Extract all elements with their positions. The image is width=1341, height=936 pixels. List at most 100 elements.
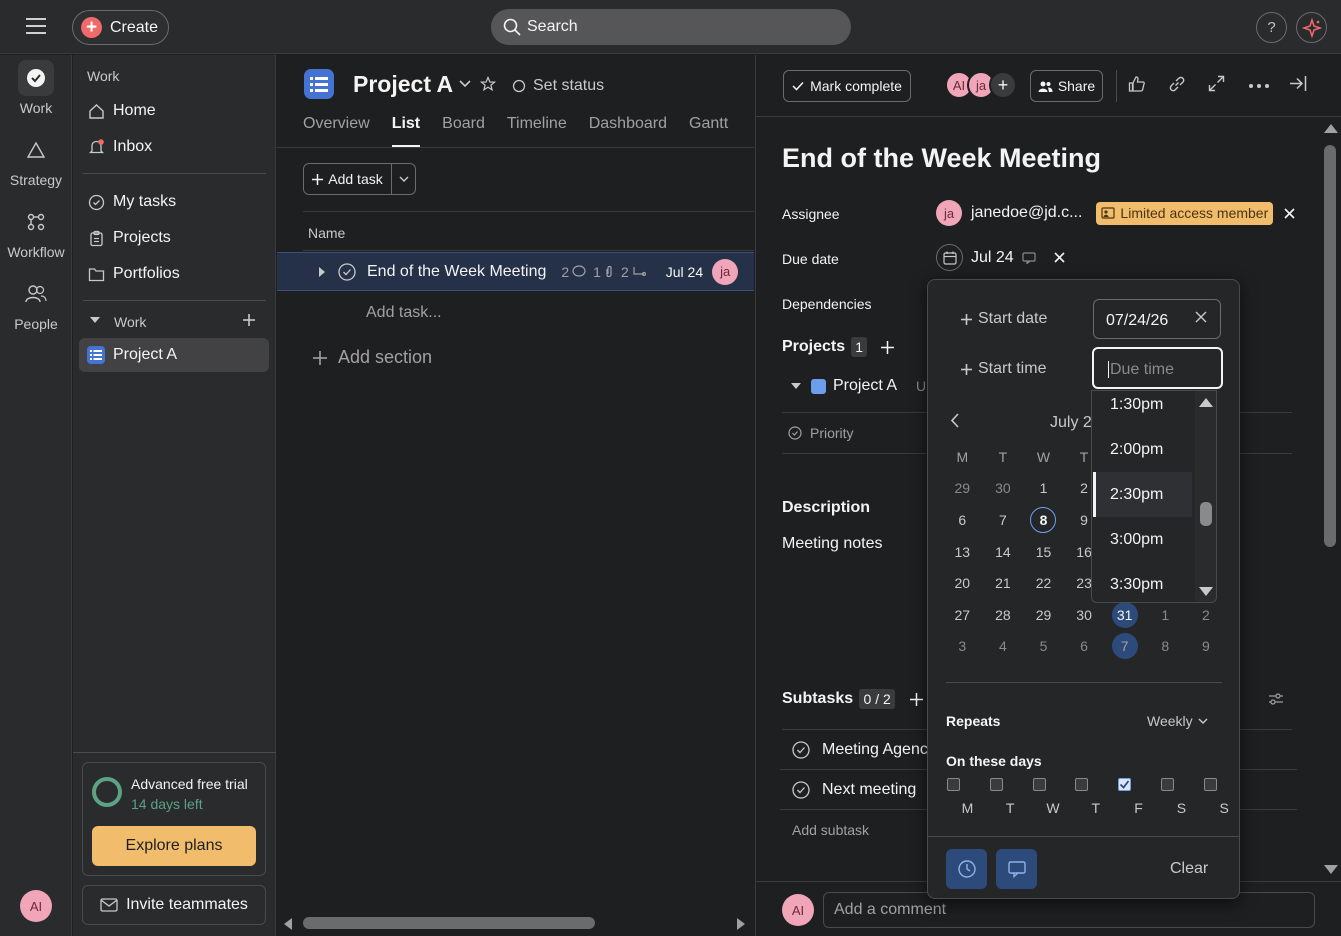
calendar-day[interactable]: 6 [942,512,983,528]
task-name[interactable]: End of the Week Meeting [367,263,546,281]
start-time-link[interactable]: Start time [961,360,1046,378]
avatar[interactable]: ja [712,258,739,285]
add-collaborator-icon[interactable]: + [989,71,1017,99]
calendar-day[interactable]: 13 [942,544,983,560]
checkbox-checked[interactable] [1118,778,1132,791]
more-options-icon[interactable] [1249,84,1269,88]
thumbs-up-icon[interactable] [1128,75,1146,93]
ai-sparkle-button[interactable] [1296,12,1327,43]
time-option[interactable]: 1:30pm [1093,391,1192,427]
priority-field[interactable]: Priority [788,425,854,441]
checkbox[interactable] [989,778,1003,791]
calendar-day[interactable]: 8 [1145,638,1186,654]
close-icon[interactable] [1054,252,1065,263]
checkbox[interactable] [947,778,960,791]
help-button[interactable]: ? [1256,12,1287,43]
calendar-day[interactable]: 20 [942,575,983,591]
calendar-day[interactable]: 29 [1023,607,1064,623]
close-icon[interactable] [1284,207,1295,219]
start-date-field[interactable]: 07/24/26 [1093,299,1221,339]
checkbox[interactable] [1203,778,1217,791]
calendar-day[interactable]: 15 [1023,544,1064,560]
checkbox[interactable] [1160,778,1174,791]
tab-gantt[interactable]: Gantt [689,115,728,147]
sidebar-item-my-tasks[interactable]: My tasks [79,185,269,219]
add-section-button[interactable]: Add section [313,347,432,368]
rail-item-workflow[interactable]: Workflow [0,204,72,260]
project-membership[interactable]: Project A U [790,377,926,395]
add-subtask-button[interactable]: Add subtask [792,822,869,838]
tab-timeline[interactable]: Timeline [507,115,567,147]
time-scrollbar[interactable] [1195,391,1216,602]
description-text[interactable]: Meeting notes [782,535,883,553]
calendar-day-repeat[interactable]: 31 [1104,601,1145,628]
calendar-day[interactable]: 7 [983,512,1024,528]
vertical-scrollbar[interactable] [1322,119,1341,879]
day-option-thu[interactable]: T [1074,778,1117,816]
assignee-field[interactable]: ja janedoe@jd.c... Limited access member [936,200,1295,226]
repeat-toggle-button[interactable] [996,849,1037,889]
add-project-icon[interactable] [242,313,256,327]
complete-check-icon[interactable] [792,740,810,759]
scroll-thumb[interactable] [1200,502,1212,526]
scroll-thumb[interactable] [303,917,595,929]
add-task-button[interactable]: Add task [304,164,392,194]
star-icon[interactable] [480,76,496,92]
chevron-left-icon[interactable] [950,413,959,428]
calendar-day[interactable]: 22 [1023,575,1064,591]
scroll-right-icon[interactable] [736,918,746,930]
calendar-day-repeat[interactable]: 7 [1104,633,1145,660]
calendar-day[interactable]: 6 [1064,638,1105,654]
sidebar-item-portfolios[interactable]: Portfolios [79,257,269,291]
calendar-day[interactable]: 27 [942,607,983,623]
chevron-down-icon[interactable] [790,382,802,390]
day-option-fri[interactable]: F [1117,778,1160,816]
chevron-down-icon[interactable] [459,80,471,88]
add-project-icon[interactable] [881,340,895,354]
scroll-down-icon[interactable] [1199,587,1213,597]
calendar-day[interactable]: 4 [983,638,1024,654]
set-status-button[interactable]: Set status [512,77,604,95]
rail-item-strategy[interactable]: Strategy [0,132,72,188]
sort-subtasks-icon[interactable] [1268,692,1284,705]
tab-dashboard[interactable]: Dashboard [589,115,667,147]
day-option-wed[interactable]: W [1032,778,1075,816]
task-title[interactable]: End of the Week Meeting [782,143,1101,174]
calendar-day[interactable]: 1 [1145,607,1186,623]
complete-check-icon[interactable] [338,262,356,281]
calendar-day[interactable]: 9 [1186,638,1227,654]
checkbox[interactable] [1032,778,1046,791]
time-option[interactable]: 2:00pm [1093,427,1192,472]
checkbox[interactable] [1075,778,1089,791]
time-option-highlighted[interactable]: 2:30pm [1093,472,1192,517]
scroll-thumb[interactable] [1324,145,1336,547]
close-panel-icon[interactable] [1289,75,1307,92]
tab-list[interactable]: List [391,115,421,147]
add-task-dropdown[interactable] [392,164,415,194]
mark-complete-button[interactable]: Mark complete [783,70,911,102]
sidebar-item-inbox[interactable]: Inbox [79,130,269,164]
day-option-mon[interactable]: M [946,778,989,816]
section-select[interactable]: U [916,378,926,394]
due-time-input[interactable]: Due time [1092,347,1223,389]
explore-plans-button[interactable]: Explore plans [92,826,256,866]
rail-item-work[interactable]: Work [0,60,72,116]
horizontal-scrollbar[interactable] [277,910,754,936]
complete-check-icon[interactable] [792,780,810,799]
due-date-field[interactable]: Jul 24 [936,244,1065,271]
column-header-name[interactable]: Name [303,211,754,251]
due-time-toggle-button[interactable] [946,849,987,889]
time-option[interactable]: 3:30pm [1093,562,1192,602]
link-icon[interactable] [1168,75,1186,93]
calendar-day-today[interactable]: 8 [1023,506,1064,533]
sidebar-item-projects[interactable]: Projects [79,221,269,255]
tab-overview[interactable]: Overview [303,115,370,147]
clear-button[interactable]: Clear [1170,860,1208,878]
scroll-up-icon[interactable] [1199,397,1213,407]
task-due-date[interactable]: Jul 24 [666,264,703,280]
scroll-up-icon[interactable] [1324,123,1338,133]
calendar-day[interactable]: 3 [942,638,983,654]
calendar-day[interactable]: 14 [983,544,1024,560]
time-option[interactable]: 3:00pm [1093,517,1192,562]
day-option-sun[interactable]: S [1203,778,1246,816]
